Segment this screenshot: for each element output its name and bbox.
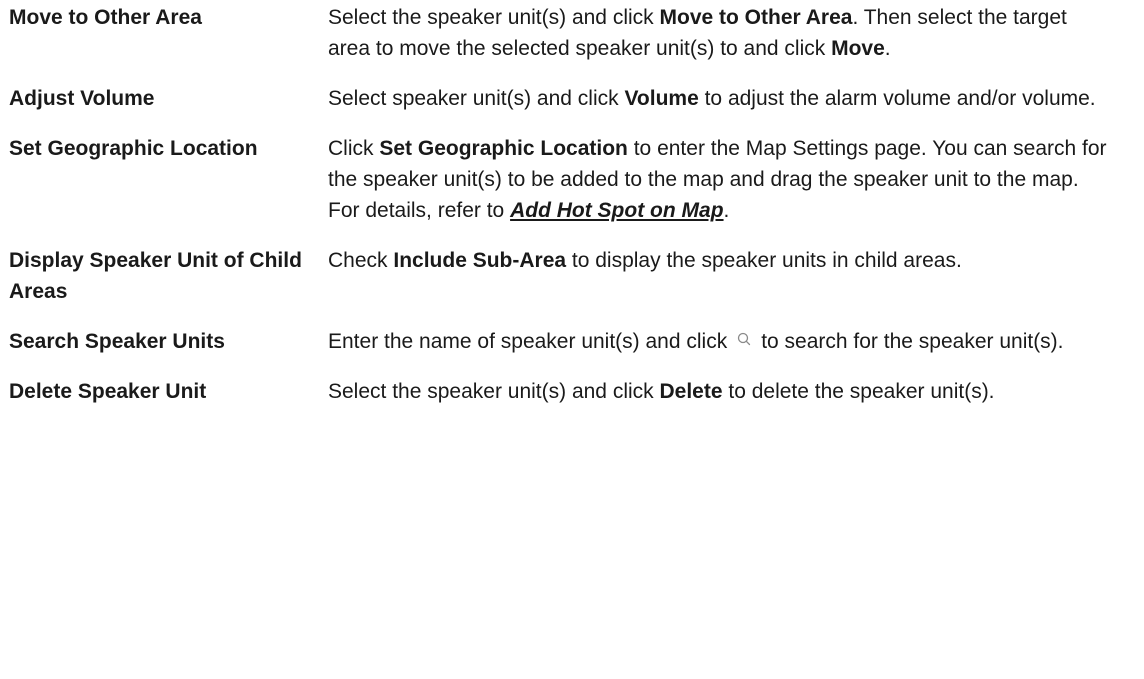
desc-text: to adjust the alarm volume and/or volume…	[698, 87, 1096, 110]
table-row: Display Speaker Unit of Child Areas Chec…	[0, 245, 1144, 326]
desc-text: .	[884, 37, 891, 60]
desc-text: to display the speaker units in child ar…	[566, 249, 962, 272]
desc-text: to search for the speaker unit(s).	[761, 330, 1064, 353]
row-description: Select the speaker unit(s) and click Mov…	[328, 2, 1108, 64]
row-description: Check Include Sub-Area to display the sp…	[328, 245, 1108, 276]
desc-text: to delete the speaker unit(s).	[722, 380, 995, 403]
desc-text: Select the speaker unit(s) and click	[328, 6, 660, 29]
desc-bold: Volume	[624, 87, 699, 110]
row-term: Move to Other Area	[9, 6, 202, 29]
desc-bold: Move	[831, 37, 885, 60]
desc-text: Enter the name of speaker unit(s) and cl…	[328, 330, 728, 353]
desc-text: Check	[328, 249, 394, 272]
table-row: Delete Speaker Unit Select the speaker u…	[0, 376, 1144, 426]
desc-bold: Set Geographic Location	[379, 137, 628, 160]
search-icon	[731, 328, 757, 348]
row-description: Click Set Geographic Location to enter t…	[328, 133, 1108, 226]
add-hot-spot-link[interactable]: Add Hot Spot on Map	[510, 199, 723, 222]
desc-text: Select speaker unit(s) and click	[328, 87, 625, 110]
row-description: Enter the name of speaker unit(s) and cl…	[328, 326, 1108, 357]
desc-text: Select the speaker unit(s) and click	[328, 380, 660, 403]
desc-bold: Move to Other Area	[659, 6, 853, 29]
table-row: Adjust Volume Select speaker unit(s) and…	[0, 83, 1144, 133]
operations-table: Move to Other Area Select the speaker un…	[0, 0, 1144, 426]
desc-bold: Delete	[659, 380, 723, 403]
desc-text: Click	[328, 137, 380, 160]
table-row: Set Geographic Location Click Set Geogra…	[0, 133, 1144, 245]
table-row: Move to Other Area Select the speaker un…	[0, 2, 1144, 83]
desc-text: .	[723, 199, 730, 222]
row-term: Set Geographic Location	[9, 137, 258, 160]
row-term: Adjust Volume	[9, 87, 155, 110]
row-description: Select speaker unit(s) and click Volume …	[328, 83, 1108, 114]
row-description: Select the speaker unit(s) and click Del…	[328, 376, 1108, 407]
row-term: Search Speaker Units	[9, 330, 225, 353]
row-term: Display Speaker Unit of Child Areas	[9, 249, 302, 303]
row-term: Delete Speaker Unit	[9, 380, 207, 403]
table-row: Search Speaker Units Enter the name of s…	[0, 326, 1144, 376]
desc-bold: Include Sub-Area	[393, 249, 567, 272]
